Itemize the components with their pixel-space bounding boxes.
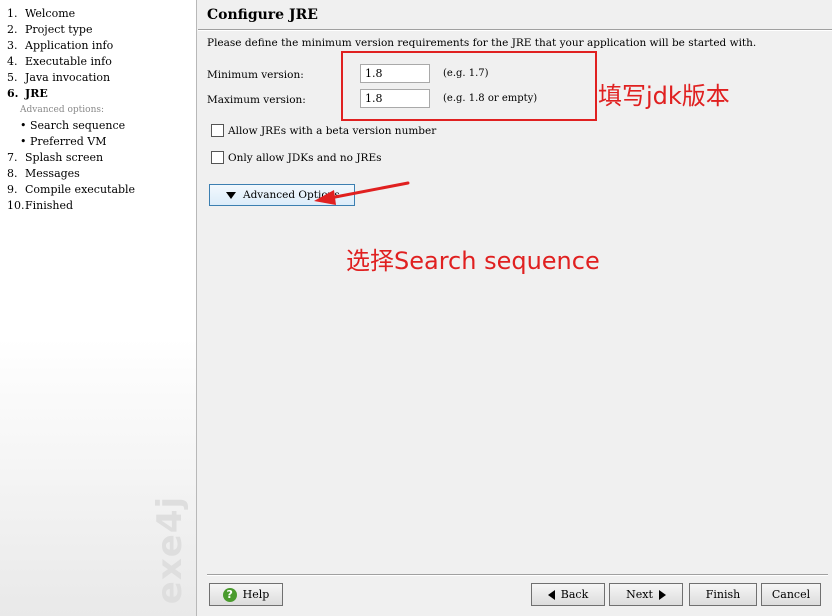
dropdown-triangle-icon	[226, 191, 236, 199]
back-button[interactable]: Back	[531, 583, 605, 606]
back-arrow-icon	[547, 589, 555, 600]
step-finished[interactable]: 10.Finished	[7, 198, 196, 214]
help-button[interactable]: ? Help	[209, 583, 283, 606]
next-button[interactable]: Next	[609, 583, 683, 606]
advanced-options-header: Advanced options:	[20, 105, 105, 115]
allow-beta-jre-checkbox[interactable]	[211, 124, 224, 137]
step-executable-info[interactable]: 4. Executable info	[7, 54, 196, 70]
step-jre[interactable]: 6. JRE	[7, 86, 196, 102]
step-project-type[interactable]: 2. Project type	[7, 22, 196, 38]
version-highlight-box	[341, 51, 597, 121]
red-arrow-icon	[314, 181, 410, 205]
page-title: Configure JRE	[207, 7, 318, 23]
only-jdk-checkbox[interactable]	[211, 151, 224, 164]
search-sequence-annotation-text: 选择Search sequence	[346, 247, 600, 275]
minimum-version-label: Minimum version:	[207, 69, 304, 81]
step-preferred-vm[interactable]: • Preferred VM	[7, 134, 196, 150]
step-messages[interactable]: 8. Messages	[7, 166, 196, 182]
finish-button[interactable]: Finish	[689, 583, 757, 606]
exe4j-watermark-logo: exe4j	[150, 495, 190, 605]
page-description: Please define the minimum version requir…	[207, 37, 757, 49]
step-compile-executable[interactable]: 9. Compile executable	[7, 182, 196, 198]
cancel-button[interactable]: Cancel	[761, 583, 821, 606]
only-jdk-row[interactable]: Only allow JDKs and no JREs	[211, 151, 382, 164]
wizard-sidebar: 1. Welcome 2. Project type 3. Application i…	[0, 0, 197, 616]
next-arrow-icon	[658, 589, 666, 600]
allow-beta-jre-label: Allow JREs with a beta version number	[228, 124, 437, 137]
version-annotation-text: 填写jdk版本	[598, 82, 730, 110]
step-application-info[interactable]: 3. Application info	[7, 38, 196, 54]
step-welcome[interactable]: 1. Welcome	[7, 6, 196, 22]
title-separator	[198, 29, 832, 31]
maximum-version-label: Maximum version:	[207, 94, 306, 106]
step-splash-screen[interactable]: 7. Splash screen	[7, 150, 196, 166]
step-list: 1. Welcome 2. Project type 3. Application i…	[0, 0, 196, 214]
allow-beta-jre-row[interactable]: Allow JREs with a beta version number	[211, 124, 436, 137]
help-question-icon: ?	[222, 587, 237, 602]
only-jdk-label: Only allow JDKs and no JREs	[228, 151, 382, 164]
step-java-invocation[interactable]: 5. Java invocation	[7, 70, 196, 86]
step-search-sequence[interactable]: • Search sequence	[7, 118, 196, 134]
bottom-separator	[207, 574, 828, 576]
